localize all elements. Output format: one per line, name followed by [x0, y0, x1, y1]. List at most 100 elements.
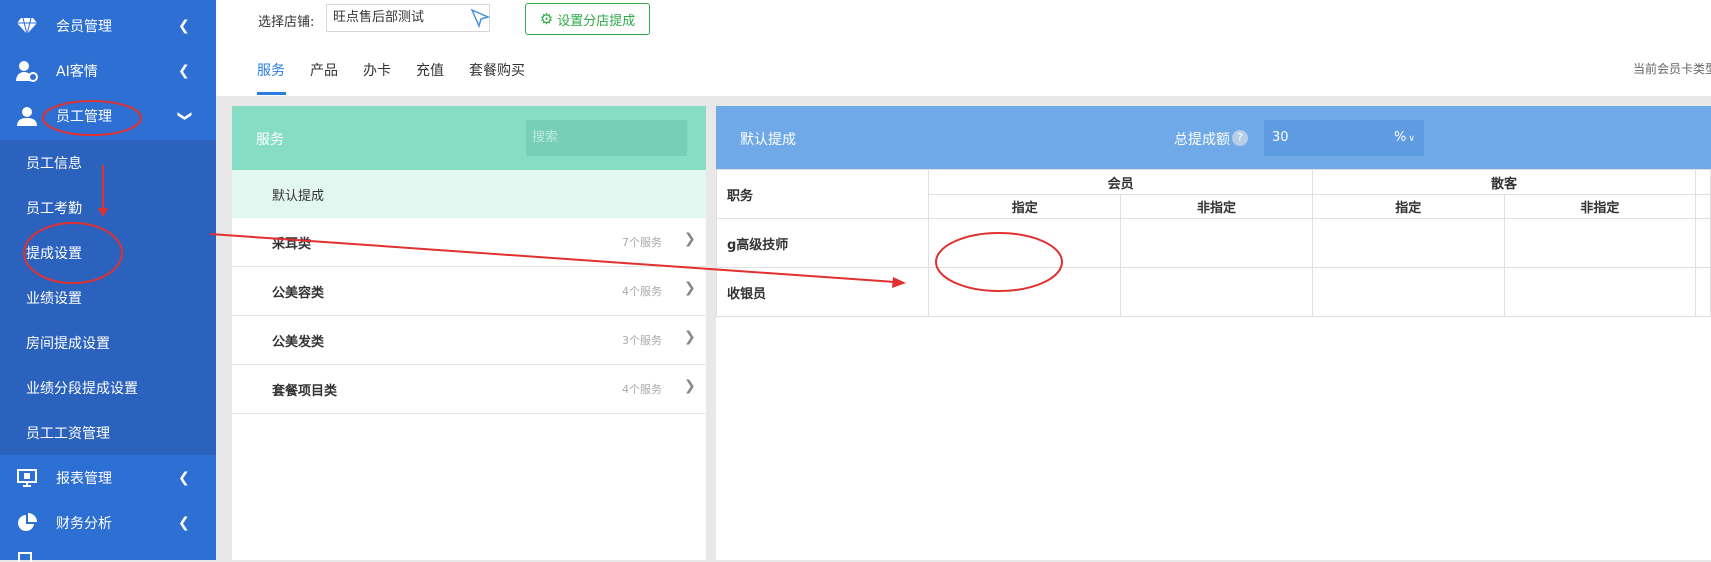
table-cell: [1695, 218, 1711, 268]
card-type-label: 当前会员卡类型: [1633, 62, 1711, 76]
position-header: 职务: [715, 169, 930, 219]
submenu-item-label: 房间提成设置: [26, 335, 110, 352]
tab-product[interactable]: 产品: [310, 60, 338, 80]
member-group-header: 会员: [928, 169, 1313, 195]
chevron-right-icon: ❯: [684, 329, 696, 345]
sidebar-item-label: 员工管理: [56, 108, 112, 125]
submenu-item-commission[interactable]: 提成设置: [0, 230, 216, 275]
submenu-item-salary[interactable]: 员工工资管理: [0, 410, 216, 455]
submenu-item-staff-info[interactable]: 员工信息: [0, 140, 216, 185]
subheader-designated: 指定: [1311, 194, 1505, 219]
walkin-group-header: 散客: [1311, 169, 1697, 195]
role-cell: g高级技师: [715, 218, 930, 268]
user-icon: [16, 105, 38, 127]
sidebar-item-label: AI客情: [56, 63, 98, 80]
chevron-right-icon: ❯: [684, 280, 696, 296]
category-row[interactable]: 公美发类 3个服务 ❯: [232, 316, 706, 365]
commission-cell[interactable]: [1311, 267, 1505, 317]
total-commission-unit-select[interactable]: % ∨: [1394, 130, 1415, 145]
total-commission-value: 30: [1272, 130, 1289, 145]
sidebar-item-ai[interactable]: AI客情 ❮: [0, 48, 216, 93]
sidebar-item-label: 财务分析: [56, 515, 112, 532]
sidebar-item-finance[interactable]: 财务分析 ❮: [0, 500, 216, 545]
unit-label: %: [1394, 130, 1407, 145]
sidebar-item-label: 报表管理: [56, 470, 112, 487]
tab-package[interactable]: 套餐购买: [469, 60, 525, 80]
submenu-item-label: 业绩设置: [26, 290, 82, 307]
pie-chart-icon: [16, 512, 38, 534]
store-select-label: 选择店铺:: [258, 15, 315, 30]
submenu-item-label: 员工信息: [26, 155, 82, 172]
submenu-item-label: 提成设置: [26, 245, 82, 262]
help-icon[interactable]: ?: [1232, 130, 1248, 146]
submenu-item-label: 员工考勤: [26, 200, 82, 217]
commission-cell[interactable]: [928, 267, 1122, 317]
commission-table: 职务 会员 散客 指定 非指定 指定 非指定 g高级技师 收银员: [715, 169, 1711, 317]
submenu-item-performance[interactable]: 业绩设置: [0, 275, 216, 320]
table-cell: [1695, 194, 1711, 219]
submenu-item-room-commission[interactable]: 房间提成设置: [0, 320, 216, 365]
tab-service[interactable]: 服务: [257, 60, 285, 80]
user-settings-icon: [16, 60, 38, 82]
commission-cell[interactable]: [1503, 218, 1697, 268]
category-count: 3个服务: [622, 334, 662, 347]
chevron-left-icon: ❮: [178, 514, 190, 531]
commission-cell[interactable]: [1120, 267, 1313, 317]
sidebar-item-member[interactable]: 会员管理 ❮: [0, 3, 216, 48]
chevron-right-icon: ❯: [684, 378, 696, 394]
category-row[interactable]: 套餐项目类 4个服务 ❯: [232, 365, 706, 414]
sidebar-item-label: 会员管理: [56, 18, 112, 35]
category-row[interactable]: 采耳类 7个服务 ❯: [232, 218, 706, 267]
commission-panel-title: 默认提成: [740, 132, 796, 148]
gear-icon: ⚙: [539, 10, 554, 28]
submenu-item-attendance[interactable]: 员工考勤: [0, 185, 216, 230]
location-pointer-icon[interactable]: [470, 8, 491, 29]
chevron-left-icon: ❮: [178, 62, 190, 79]
subheader-non-designated: 非指定: [1503, 194, 1697, 219]
partial-icon: [18, 552, 32, 562]
default-commission-label: 默认提成: [272, 189, 325, 204]
service-search-input[interactable]: 搜索: [526, 120, 687, 156]
category-count: 4个服务: [622, 383, 662, 396]
category-count: 4个服务: [622, 285, 662, 298]
table-row: g高级技师: [715, 218, 1711, 268]
category-count: 7个服务: [622, 236, 662, 249]
chevron-down-icon: ❮: [175, 109, 192, 122]
total-commission-input[interactable]: 30 % ∨: [1264, 120, 1424, 156]
tab-card[interactable]: 办卡: [363, 60, 391, 80]
set-branch-commission-button[interactable]: ⚙ 设置分店提成: [525, 3, 650, 35]
chevron-left-icon: ❮: [178, 17, 190, 34]
commission-cell[interactable]: [1311, 218, 1505, 268]
table-row: 收银员: [715, 267, 1711, 317]
category-name: 套餐项目类: [272, 384, 338, 399]
submenu-item-segment-commission[interactable]: 业绩分段提成设置: [0, 365, 216, 410]
commission-cell[interactable]: [1503, 267, 1697, 317]
submenu-item-label: 员工工资管理: [26, 425, 110, 442]
sidebar-item-reports[interactable]: 报表管理 ❮: [0, 455, 216, 500]
service-panel-title: 服务: [256, 132, 284, 148]
category-name: 公美容类: [272, 286, 325, 301]
chevron-left-icon: ❮: [178, 469, 190, 486]
store-select-input[interactable]: 旺点售后部测试: [326, 4, 490, 32]
subheader-designated: 指定: [928, 194, 1122, 219]
table-cell: [1695, 267, 1711, 317]
subheader-non-designated: 非指定: [1120, 194, 1313, 219]
role-cell: 收银员: [715, 267, 930, 317]
category-name: 采耳类: [272, 237, 312, 252]
category-name: 公美发类: [272, 335, 325, 350]
diamond-icon: [16, 15, 38, 37]
total-commission-label: 总提成额: [1174, 132, 1230, 148]
commission-cell[interactable]: [1120, 218, 1313, 268]
set-branch-commission-label: 设置分店提成: [557, 13, 636, 29]
table-cell: [1695, 169, 1711, 195]
active-tab-indicator: [257, 92, 286, 95]
submenu-item-label: 业绩分段提成设置: [26, 380, 138, 397]
chevron-right-icon: ❯: [684, 231, 696, 247]
commission-cell[interactable]: [928, 218, 1122, 268]
sidebar-item-staff[interactable]: 员工管理 ❮: [0, 93, 216, 138]
chevron-down-icon: ∨: [1408, 134, 1415, 144]
category-row[interactable]: 公美容类 4个服务 ❯: [232, 267, 706, 316]
tab-recharge[interactable]: 充值: [416, 60, 444, 80]
monitor-icon: [16, 467, 38, 489]
sidebar: 会员管理 ❮ AI客情 ❮ 员工管理 ❮ 员工信息 员工考勤 提成设置 业绩设置…: [0, 0, 216, 562]
